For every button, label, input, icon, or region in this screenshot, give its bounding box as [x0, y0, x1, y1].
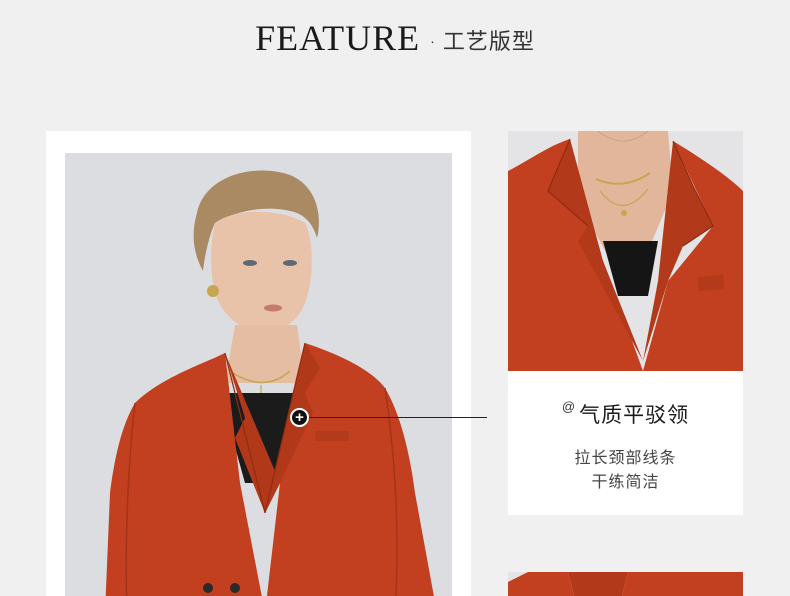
feature-desc-line-2: 干练简洁 — [591, 474, 660, 491]
main-model-photo — [65, 153, 452, 596]
section-title: FEATURE — [255, 18, 421, 58]
detail-illustration-bottom — [508, 572, 743, 596]
feature-desc-line-1: 拉长颈部线条 — [574, 450, 677, 467]
collar-detail-photo — [508, 131, 743, 371]
plus-icon: + — [295, 408, 304, 426]
at-symbol: @ — [561, 399, 576, 414]
feature-title-text: 气质平驳领 — [579, 403, 690, 427]
feature-title: @ 气质平驳领 — [508, 399, 743, 429]
model-illustration — [65, 153, 452, 596]
feature-caption-card: @ 气质平驳领 拉长颈部线条 干练简洁 — [508, 371, 743, 515]
detail-photo-bottom — [508, 572, 743, 596]
hotspot-leader-line — [309, 417, 487, 418]
section-header: FEATURE · 工艺版型 — [0, 16, 790, 60]
title-separator: · — [430, 33, 435, 49]
section-subtitle: 工艺版型 — [442, 29, 535, 54]
collar-illustration — [508, 131, 743, 371]
collar-hotspot-button[interactable]: + — [290, 408, 309, 427]
